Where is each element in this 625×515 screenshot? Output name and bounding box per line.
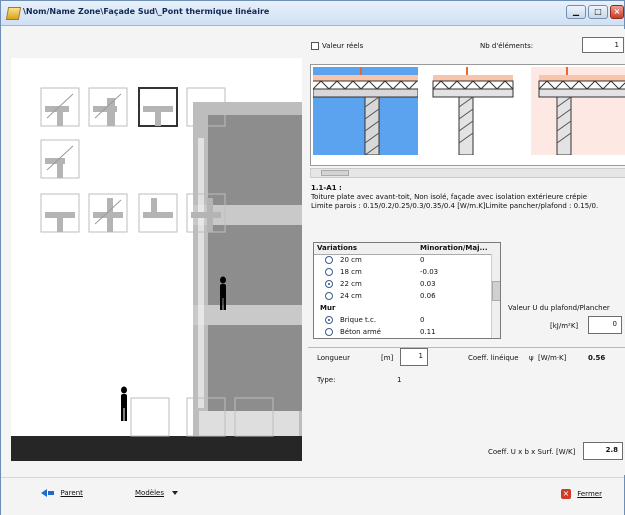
- u-value-label: Valeur U du plafond/Plancher: [508, 304, 610, 312]
- app-icon: [5, 7, 22, 20]
- building-section-illustration: [11, 58, 302, 461]
- variation-row[interactable]: Brique t.c. 0: [314, 315, 490, 327]
- nb-elements-label: Nb d'éléments:: [480, 42, 534, 50]
- close-icon: ×: [561, 489, 571, 499]
- bottom-toolbar: [1, 477, 624, 515]
- linear-coeff-symbol: ψ: [529, 354, 534, 362]
- variation-label: 20 cm: [340, 256, 362, 264]
- total-coeff-label: Coeff. U x b x Surf.: [488, 448, 554, 456]
- thermal-bridge-type-gallery: [310, 64, 625, 166]
- selection-description: 1.1-A1 : Toiture plate avec avant-toit, …: [311, 184, 598, 211]
- close-button[interactable]: × Fermer: [561, 489, 602, 499]
- u-value-input[interactable]: 0: [588, 316, 622, 334]
- variation-row[interactable]: 20 cm 0: [314, 255, 490, 267]
- selection-limits: Limite parois : 0.15/0.2/0.25/0.3/0.35/0…: [311, 202, 599, 210]
- variation-radio[interactable]: [325, 268, 333, 276]
- variation-label: Brique t.c.: [340, 316, 377, 324]
- variation-value: 0: [420, 316, 425, 324]
- real-values-label: Valeur réels: [322, 42, 364, 50]
- maximize-button[interactable]: □: [588, 5, 608, 19]
- thermal-bridge-drawing: [11, 58, 302, 461]
- minimize-button[interactable]: ▁: [566, 5, 586, 19]
- variation-row[interactable]: 22 cm 0.03: [314, 279, 490, 291]
- thermal-bridge-thumbnail-3[interactable]: [531, 67, 625, 156]
- variations-vertical-scrollbar[interactable]: [491, 254, 500, 338]
- variation-value: 0.03: [420, 280, 436, 288]
- variations-header: Variations Minoration/Maj...: [314, 243, 500, 255]
- gallery-horizontal-scrollbar[interactable]: [310, 168, 625, 178]
- variations-column-header: Variations: [317, 244, 358, 252]
- variation-radio[interactable]: [325, 328, 333, 336]
- variation-row[interactable]: 18 cm -0.03: [314, 267, 490, 279]
- thermal-bridge-thumbnail-2[interactable]: [421, 67, 526, 156]
- variation-radio[interactable]: [325, 292, 333, 300]
- type-value: 1: [397, 376, 402, 384]
- minoration-column-header: Minoration/Maj...: [420, 244, 488, 252]
- parent-button[interactable]: Parent: [41, 489, 83, 497]
- length-input[interactable]: 1: [400, 348, 428, 366]
- variation-radio-selected[interactable]: [325, 280, 333, 288]
- real-values-checkbox[interactable]: [311, 42, 319, 50]
- length-unit: [m]: [381, 354, 394, 362]
- linear-coeff-unit: [W/m·K]: [538, 354, 567, 362]
- variation-value: -0.03: [420, 268, 439, 276]
- parent-label: Parent: [60, 489, 83, 497]
- variation-group-row: Mur: [314, 303, 490, 315]
- u-value-unit: [kJ/m²K]: [550, 322, 579, 330]
- total-coeff-unit: [W/K]: [556, 448, 576, 456]
- total-coeff-value: 2.8: [583, 442, 623, 460]
- variations-table: Variations Minoration/Maj... 20 cm 0 18 …: [313, 242, 501, 339]
- back-arrow-shaft: [48, 491, 55, 495]
- variations-scroll-thumb[interactable]: [492, 281, 500, 301]
- thermal-bridge-thumbnail-selected[interactable]: [312, 67, 419, 156]
- variation-label: 22 cm: [340, 280, 362, 288]
- type-label: Type:: [317, 376, 336, 384]
- variation-value: 0.11: [420, 328, 436, 336]
- properties-panel: Valeur réels Nb d'éléments: 1 1.1-A1: T…: [308, 29, 625, 475]
- variation-value: 0.06: [420, 292, 436, 300]
- models-dropdown[interactable]: Modèles: [135, 489, 179, 497]
- window-title: \Nom/Name Zone\Façade Sud\_Pont thermiqu…: [23, 7, 270, 16]
- variation-radio[interactable]: [325, 256, 333, 264]
- variation-label: Béton armé: [340, 328, 381, 336]
- title-bar: \Nom/Name Zone\Façade Sud\_Pont thermiqu…: [1, 1, 624, 26]
- models-label: Modèles: [135, 489, 164, 497]
- variation-radio-selected[interactable]: [325, 316, 333, 324]
- variation-label: 24 cm: [340, 292, 362, 300]
- chevron-down-icon: [172, 491, 179, 495]
- variation-group-label: Mur: [320, 304, 336, 312]
- variation-label: 18 cm: [340, 268, 362, 276]
- selection-code: 1.1-A1 :: [311, 184, 342, 192]
- close-window-button[interactable]: ×: [610, 5, 624, 19]
- length-label: Longueur: [317, 354, 350, 362]
- variation-value: 0: [420, 256, 425, 264]
- nb-elements-input[interactable]: 1: [582, 37, 624, 53]
- variation-row[interactable]: 24 cm 0.06: [314, 291, 490, 303]
- back-arrow-icon: [41, 489, 47, 497]
- variation-row[interactable]: Béton armé 0.11: [314, 327, 490, 338]
- section-separator: [308, 347, 625, 348]
- selection-text: Toiture plate avec avant-toit, Non isolé…: [311, 193, 588, 201]
- linear-coeff-value: 0.56: [588, 354, 606, 362]
- application-window: \Nom/Name Zone\Façade Sud\_Pont thermiqu…: [0, 0, 625, 515]
- gallery-scroll-thumb[interactable]: [321, 170, 349, 176]
- linear-coeff-label: Coeff. linéique: [468, 354, 519, 362]
- close-label: Fermer: [577, 490, 602, 498]
